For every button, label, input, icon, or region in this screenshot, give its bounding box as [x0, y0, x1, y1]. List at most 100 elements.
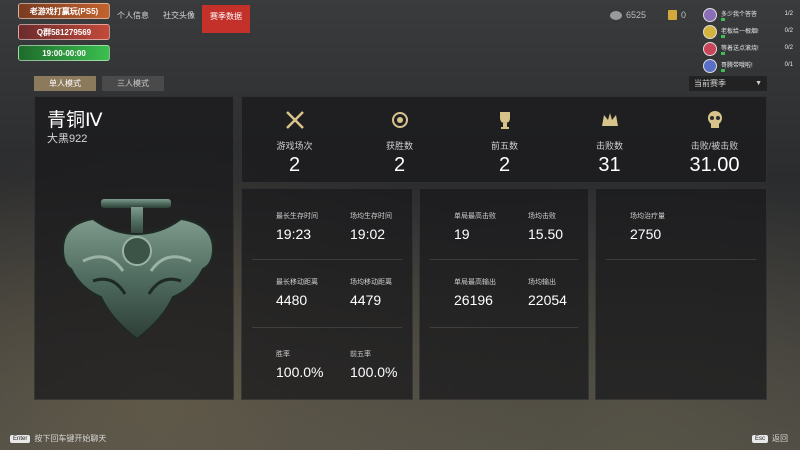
crown-icon	[601, 113, 618, 126]
stat-label: 游戏场次	[276, 141, 313, 151]
rank-tier: 青铜Ⅳ	[47, 110, 103, 131]
rank-panel: 青铜Ⅳ 大黑922	[34, 96, 234, 400]
stat-label: 场均移动距离	[350, 279, 392, 286]
avatar	[703, 59, 717, 73]
gold-amount: 0	[681, 10, 687, 20]
stat-value: 19	[454, 226, 470, 242]
team-member[interactable]: 老板给一根烟! 0/2	[703, 25, 795, 41]
stat-top-five-rate: 前五率 100.0%	[350, 349, 397, 380]
stat-avg-kills: 场均击败 15.50	[528, 211, 563, 242]
stat-avg-healing: 场均治疗量 2750	[630, 211, 665, 242]
stat-value: 22054	[528, 292, 567, 308]
stat-wins: 获胜数 2	[347, 97, 452, 184]
divider	[430, 259, 578, 260]
laurel-emblem-icon	[391, 112, 408, 128]
stat-label: 单局最高输出	[454, 279, 496, 286]
stat-value: 2750	[630, 226, 662, 242]
stat-kills: 击败数 31	[557, 97, 662, 184]
survival-stats-panel: 最长生存时间 19:23 场均生存时间 19:02 最长移动距离 4480 场均…	[241, 188, 413, 400]
coin-icon	[610, 10, 622, 20]
stat-value: 19:23	[276, 226, 312, 242]
season-dropdown-value: 当前赛季	[694, 79, 726, 88]
top-nav: 个人信息 社交头像 赛季数据	[110, 5, 250, 33]
stat-avg-survival: 场均生存时间 19:02	[350, 211, 392, 242]
health-bar	[721, 69, 725, 72]
stat-value: 2	[498, 154, 511, 176]
stat-value: 100.0%	[276, 364, 324, 380]
stat-label: 场均治疗量	[630, 213, 665, 220]
stat-label: 最长移动距离	[276, 279, 318, 286]
stat-value: 4480	[276, 292, 308, 308]
member-count: 1/2	[784, 11, 793, 17]
stat-label: 场均击败	[528, 213, 556, 220]
stat-value: 100.0%	[350, 364, 398, 380]
stat-label: 获胜数	[385, 141, 413, 151]
divider	[252, 259, 402, 260]
stat-value: 2	[393, 154, 406, 176]
esc-key-icon: Esc	[752, 434, 769, 443]
member-name: 哥腾带哦啦!	[721, 63, 753, 69]
bronze-rank-emblem-icon	[61, 199, 215, 341]
avatar	[703, 42, 717, 56]
stat-value: 2	[288, 154, 301, 176]
stat-games-played: 游戏场次 2	[242, 97, 347, 184]
skull-icon	[707, 111, 722, 128]
chat-hint-label: 按下回车键开始聊天	[34, 434, 107, 443]
team-member[interactable]: 哥腾带哦啦! 0/1	[703, 59, 795, 75]
trophy-icon	[499, 112, 510, 129]
health-bar	[721, 35, 725, 38]
divider	[430, 327, 578, 328]
coin-amount: 6525	[626, 10, 647, 20]
stat-avg-damage: 场均输出 22054	[528, 277, 567, 308]
tab-solo-mode[interactable]: 单人模式	[34, 76, 96, 91]
stat-value: 19:02	[350, 226, 386, 242]
gold-balance: 0	[668, 10, 686, 20]
stat-value: 4479	[350, 292, 382, 308]
divider	[606, 259, 756, 260]
promo-banner-2[interactable]: Q群581279569	[18, 24, 110, 40]
promo-banner-1[interactable]: 老游戏打赢玩(PS5)	[18, 3, 110, 19]
stat-value: 15.50	[528, 226, 564, 242]
member-name: 多少我个答答	[721, 12, 758, 18]
healing-stats-panel: 场均治疗量 2750	[595, 188, 767, 400]
stat-label: 单局最高击败	[454, 213, 496, 220]
promo-banner-3[interactable]: 19:00-00:00	[18, 45, 110, 61]
gold-bar-icon	[668, 10, 677, 20]
member-count: 0/2	[784, 45, 793, 51]
avatar	[703, 25, 717, 39]
stat-label: 场均输出	[528, 279, 556, 286]
stat-value: 31.00	[689, 154, 740, 176]
team-member[interactable]: 多少我个答答 1/2	[703, 8, 795, 24]
member-count: 0/2	[784, 28, 793, 34]
tab-season-stats[interactable]: 赛季数据	[202, 5, 250, 33]
stat-kd-ratio: 击败/被击败 31.00	[662, 97, 767, 184]
stat-label: 前五率	[350, 351, 371, 358]
stat-label: 场均生存时间	[350, 213, 392, 220]
back-button[interactable]: Esc 返回	[752, 433, 788, 444]
crossed-swords-icon	[285, 111, 304, 129]
summary-stats-panel: 游戏场次 2 获胜数 2 前五数 2 击败数 31 击败/被击败 31.00	[241, 96, 767, 183]
back-label: 返回	[772, 434, 789, 443]
stat-label: 击败/被击败	[690, 141, 739, 151]
chevron-down-icon: ▼	[755, 80, 762, 87]
stat-value: 31	[598, 154, 621, 176]
member-name: 等着送点滚烧!	[721, 46, 759, 52]
stat-label: 前五数	[490, 141, 518, 151]
stat-longest-distance: 最长移动距离 4480	[276, 277, 318, 308]
stat-avg-distance: 场均移动距离 4479	[350, 277, 392, 308]
tab-social-avatar[interactable]: 社交头像	[156, 5, 202, 33]
stat-max-damage: 单局最高输出 26196	[454, 277, 496, 308]
stat-label: 击败数	[595, 141, 623, 151]
health-bar	[721, 18, 725, 21]
team-member[interactable]: 等着送点滚烧! 0/2	[703, 42, 795, 58]
stat-longest-survival: 最长生存时间 19:23	[276, 211, 318, 242]
chat-hint[interactable]: Enter 按下回车键开始聊天	[10, 433, 106, 444]
season-dropdown[interactable]: 当前赛季 ▼	[689, 76, 767, 91]
stat-top-five: 前五数 2	[452, 97, 557, 184]
health-bar	[721, 52, 725, 55]
stat-win-rate: 胜率 100.0%	[276, 349, 323, 380]
tab-trio-mode[interactable]: 三人模式	[102, 76, 164, 91]
team-list: 多少我个答答 1/2 老板给一根烟! 0/2 等着送点滚烧! 0/2 哥腾带哦啦…	[703, 8, 795, 76]
mode-tabs: 单人模式 三人模式	[34, 76, 170, 91]
tab-profile[interactable]: 个人信息	[110, 5, 156, 33]
